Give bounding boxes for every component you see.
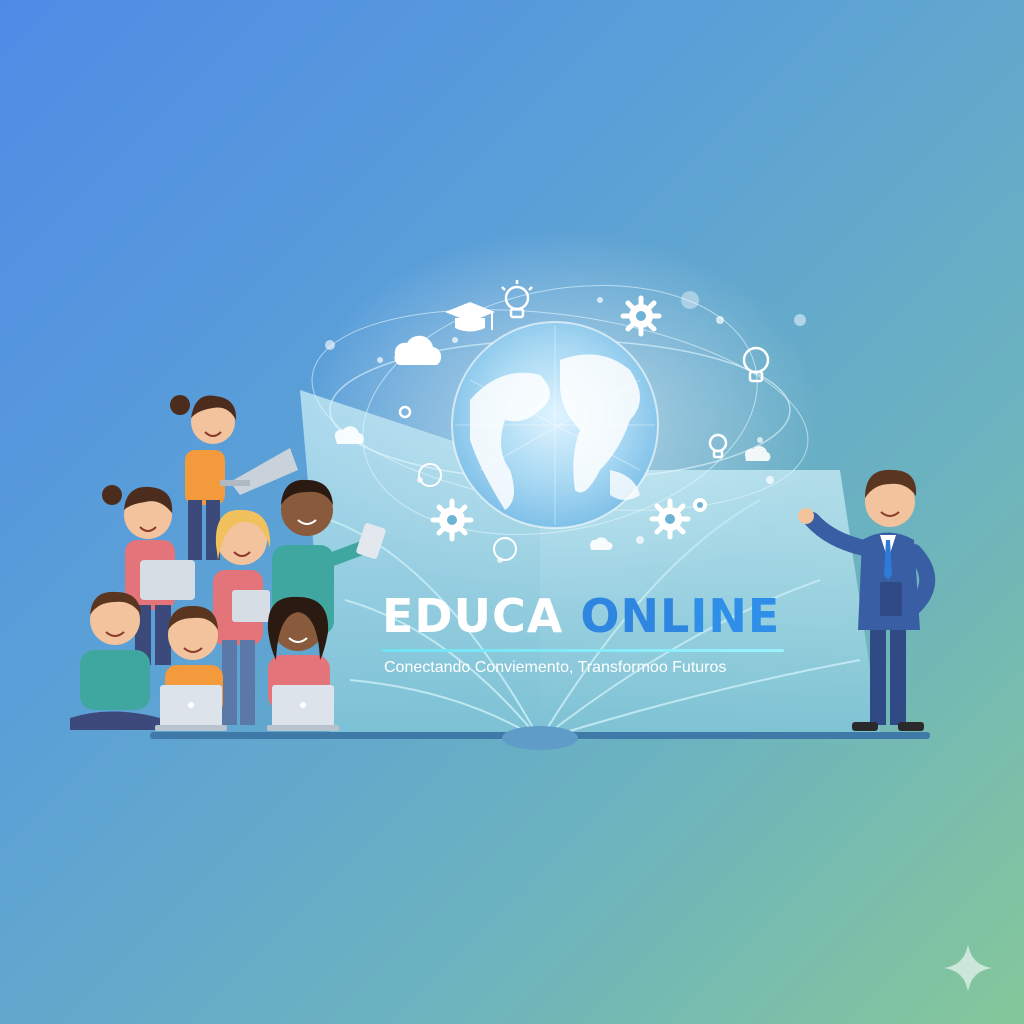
brand-title-word2-part2: INE — [690, 589, 781, 643]
title-underline — [382, 649, 784, 652]
brand-title-word2-part1: ONL — [580, 589, 691, 643]
brand-tagline: Conectando Conviemento, Transformoo Futu… — [384, 659, 727, 676]
tablet-icon — [232, 590, 270, 622]
tablet-icon — [140, 560, 195, 600]
sparkle-icon — [944, 944, 992, 992]
illustration — [70, 230, 936, 750]
laptop-icon — [267, 685, 339, 731]
brand-title-word1: EDUCA — [382, 589, 581, 643]
laptop-icon — [155, 685, 227, 731]
globe-icon — [451, 321, 659, 529]
brand-title: EDUCA ONLINE — [382, 588, 802, 644]
